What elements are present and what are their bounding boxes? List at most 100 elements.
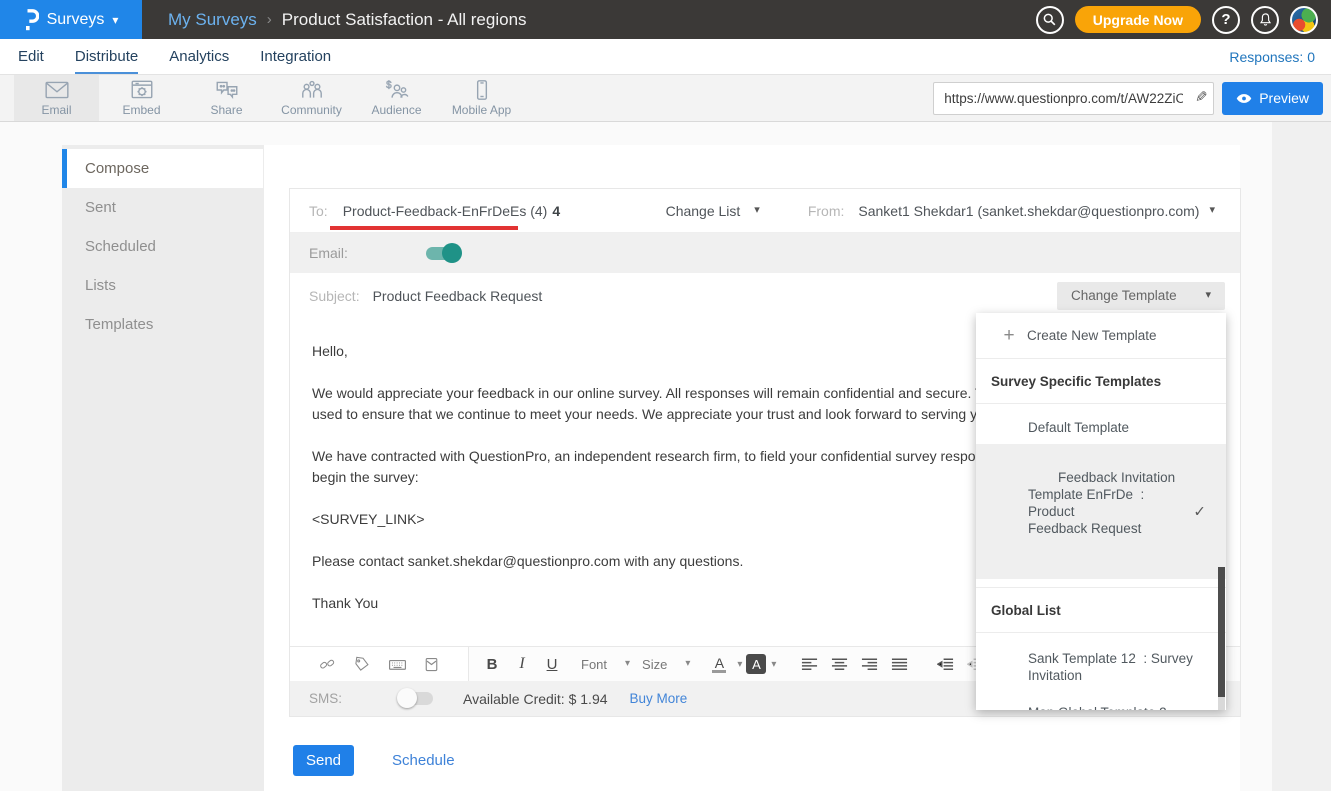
tab-integration[interactable]: Integration [260,39,331,74]
change-template-label: Change Template [1071,288,1177,303]
font-select-label: Font [581,657,607,672]
plus-icon: + [1000,325,1018,347]
bold-button[interactable]: B [479,651,505,677]
text-color-bar [712,670,726,673]
breadcrumb: My Surveys › Product Satisfaction - All … [168,10,527,30]
channel-email[interactable]: Email [14,75,99,121]
color-tools: A ▾ A ▾ [696,647,786,681]
channel-audience[interactable]: $ Audience [354,75,439,121]
product-switcher[interactable]: Surveys ▾ [0,0,142,39]
channel-mobile-app[interactable]: Mobile App [439,75,524,121]
keyboard-icon[interactable] [388,657,407,672]
upgrade-now-button[interactable]: Upgrade Now [1075,6,1201,33]
text-color-glyph: A [715,656,724,670]
tab-analytics[interactable]: Analytics [169,39,229,74]
channel-share[interactable]: Share [184,75,269,121]
channel-embed[interactable]: Embed [99,75,184,121]
underline-button[interactable]: U [539,651,565,677]
template-item-map-global[interactable]: Map Global Template 2 : Survey Invitatio… [976,694,1226,710]
subject-label: Subject: [309,288,360,304]
edit-url-pencil-icon[interactable]: ✎ [1195,88,1208,106]
svg-text:$: $ [386,80,392,91]
sms-toggle-label: SMS: [309,691,342,706]
change-list-dropdown[interactable]: Change List ▾ [666,203,760,219]
distribute-channelbar: Email Embed Share Community $ Audience M… [0,75,1331,122]
to-label: To: [309,203,328,219]
toggle-knob [397,688,417,708]
recipient-list-name[interactable]: Product-Feedback-EnFrDeEs (4) [343,203,548,219]
page-right-gutter [1272,122,1331,791]
community-people-icon [299,79,325,101]
template-item-default[interactable]: Default Template [976,411,1226,444]
email-toggle[interactable] [426,247,460,260]
survey-url-area: ✎ Preview [933,75,1331,121]
tab-edit[interactable]: Edit [18,39,44,74]
change-template-button[interactable]: Change Template ▾ [1057,282,1225,310]
menu-scrollbar-track [1218,697,1225,710]
chevron-down-icon: ▾ [625,659,630,669]
audience-dollar-people-icon: $ [384,79,410,101]
chevron-down-icon: ▾ [1205,290,1211,301]
email-envelope-icon [44,79,70,101]
channel-label: Share [210,103,242,117]
align-left-button[interactable] [796,651,822,677]
template-item-feedback-invitation[interactable]: Feedback Invitation Template EnFrDe : Pr… [976,444,1226,579]
mobile-phone-icon [469,79,495,101]
notifications-bell-icon[interactable] [1251,6,1279,34]
background-color-button[interactable]: A [746,654,766,674]
align-right-button[interactable] [856,651,882,677]
channel-label: Audience [371,103,421,117]
help-icon[interactable]: ? [1212,6,1240,34]
menu-scrollbar-thumb[interactable] [1218,567,1225,697]
chevron-down-icon: ▾ [737,659,742,670]
survey-url-field: ✎ [933,82,1214,115]
tab-distribute[interactable]: Distribute [75,39,138,74]
sms-toggle[interactable] [399,692,433,705]
breadcrumb-my-surveys[interactable]: My Surveys [168,10,257,30]
sidebar-item-sent[interactable]: Sent [62,188,263,227]
text-color-button[interactable]: A [706,651,732,677]
align-center-button[interactable] [826,651,852,677]
channel-label: Mobile App [452,103,511,117]
buy-more-link[interactable]: Buy More [630,691,688,706]
top-header: Surveys ▾ My Surveys › Product Satisfact… [0,0,1331,39]
check-icon: ✓ [1193,503,1206,520]
sidebar-item-scheduled[interactable]: Scheduled [62,227,263,266]
chevron-down-icon: ▾ [685,659,690,669]
merge-tag-icon[interactable] [353,656,370,673]
channel-label: Email [41,103,71,117]
user-avatar[interactable] [1290,6,1318,34]
align-justify-button[interactable] [886,651,912,677]
sidebar-item-compose[interactable]: Compose [62,149,263,188]
breadcrumb-survey-title: Product Satisfaction - All regions [282,10,527,30]
chevron-down-icon: ▾ [112,14,118,26]
from-sender-dropdown[interactable]: Sanket1 Shekdar1 (sanket.shekdar@questio… [858,203,1215,219]
indent-button[interactable] [932,651,958,677]
create-new-template-item[interactable]: + Create New Template [976,313,1226,359]
font-family-select[interactable]: Font ▾ [575,657,636,672]
alignment-tools [786,647,922,681]
change-list-label: Change List [666,203,741,219]
schedule-link[interactable]: Schedule [392,752,455,769]
email-toggle-label: Email: [309,245,348,261]
global-list-heading: Global List [976,588,1226,633]
insert-link-icon[interactable] [319,656,336,673]
survey-url-input[interactable] [933,82,1214,115]
preview-label: Preview [1259,90,1309,106]
chevron-down-icon: ▾ [1209,205,1215,216]
sidebar-item-templates[interactable]: Templates [62,305,263,344]
preview-button[interactable]: Preview [1222,82,1323,115]
breadcrumb-separator-icon: › [267,11,272,28]
italic-button[interactable]: I [509,651,535,677]
test-email-icon[interactable] [424,657,439,672]
embed-browser-icon [129,79,155,101]
search-icon[interactable] [1036,6,1064,34]
send-button[interactable]: Send [293,745,354,776]
font-size-select[interactable]: Size ▾ [636,657,696,672]
chevron-down-icon: ▾ [754,205,760,216]
responses-count: Responses: 0 [1229,39,1315,74]
subject-value[interactable]: Product Feedback Request [373,288,543,304]
sidebar-item-lists[interactable]: Lists [62,266,263,305]
template-item-sank[interactable]: Sank Template 12 : Survey Invitation [976,640,1226,694]
channel-community[interactable]: Community [269,75,354,121]
